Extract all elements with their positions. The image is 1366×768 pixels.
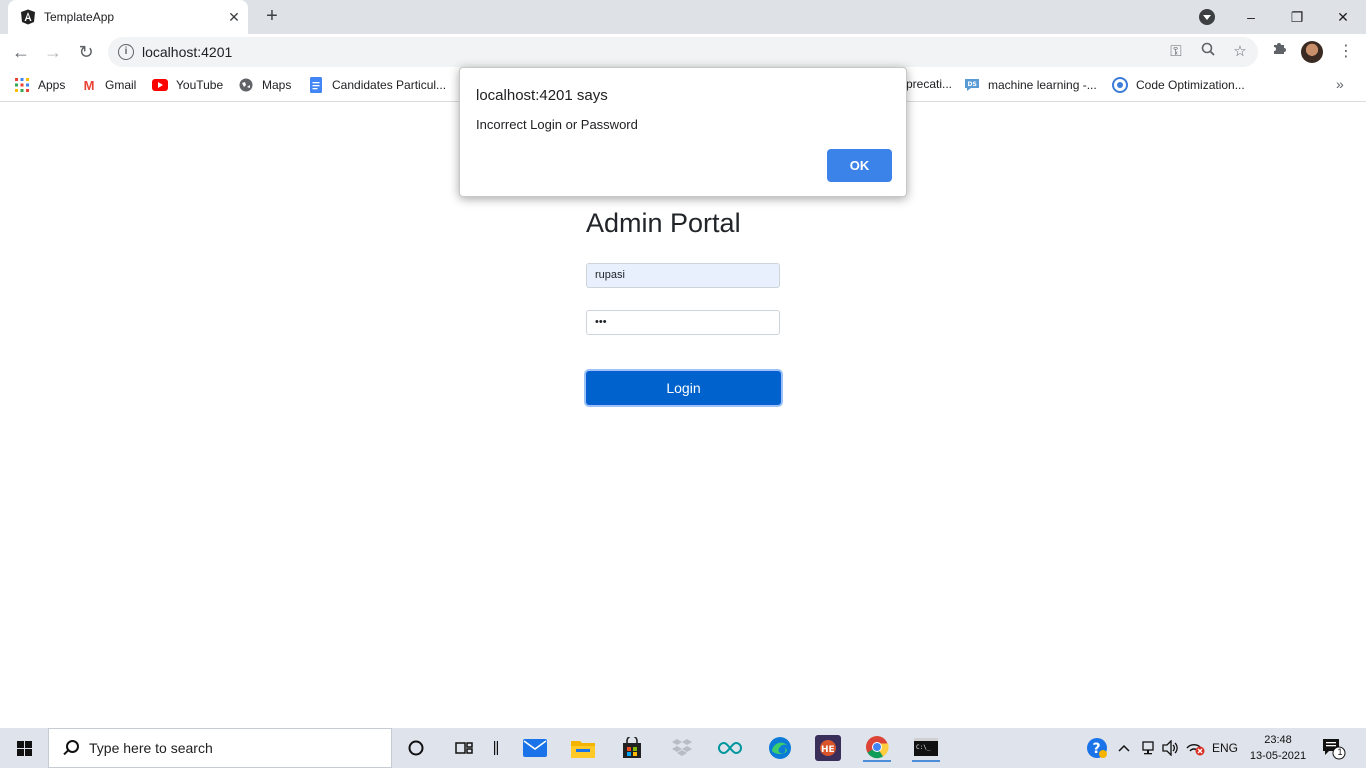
no-internet-icon[interactable] bbox=[1181, 734, 1209, 762]
windows-taskbar: Type here to search HE C:\_ ? ENG 23:48 … bbox=[0, 728, 1366, 768]
browser-toolbar: ← → ↻ i localhost:4201 ⚿ ☆ ⋮ bbox=[0, 34, 1366, 70]
terminal-icon[interactable]: C:\_ bbox=[912, 734, 940, 762]
angular-icon bbox=[21, 9, 35, 25]
star-icon[interactable]: ☆ bbox=[1230, 42, 1250, 62]
tab-search-icon[interactable] bbox=[1199, 9, 1215, 25]
docs-icon bbox=[308, 77, 324, 93]
code-icon bbox=[1112, 77, 1128, 93]
tab-title: TemplateApp bbox=[44, 10, 115, 24]
language-indicator[interactable]: ENG bbox=[1212, 728, 1238, 768]
tab-close-icon[interactable]: ✕ bbox=[220, 9, 248, 26]
bookmark-apps[interactable]: Apps bbox=[14, 77, 65, 93]
chrome-icon[interactable] bbox=[863, 734, 891, 762]
browser-tab[interactable]: TemplateApp ✕ bbox=[8, 0, 248, 34]
arduino-icon[interactable] bbox=[716, 734, 744, 762]
search-icon bbox=[61, 738, 81, 758]
bookmark-label: precati... bbox=[906, 77, 953, 91]
game-app-icon[interactable]: HE bbox=[814, 734, 842, 762]
key-icon[interactable]: ⚿ bbox=[1166, 42, 1186, 62]
bookmark-label: YouTube bbox=[176, 78, 224, 92]
taskbar-search[interactable]: Type here to search bbox=[48, 728, 392, 768]
apps-grid-icon bbox=[14, 77, 30, 93]
task-view-icon[interactable] bbox=[450, 734, 478, 762]
extensions-puzzle-icon[interactable] bbox=[1268, 40, 1292, 64]
windows-logo-icon bbox=[17, 741, 32, 756]
reload-icon[interactable]: ↻ bbox=[74, 40, 98, 64]
cortana-icon[interactable] bbox=[402, 734, 430, 762]
ok-button[interactable]: OK bbox=[827, 149, 892, 182]
new-tab-button[interactable]: + bbox=[262, 6, 282, 27]
bookmark-youtube[interactable]: YouTube bbox=[152, 77, 223, 93]
bookmark-label: Candidates Particul... bbox=[332, 78, 447, 92]
edge-icon[interactable] bbox=[766, 734, 794, 762]
bookmark-label: Maps bbox=[262, 78, 292, 92]
bookmark-precati[interactable]: precati... bbox=[906, 77, 952, 91]
svg-text:HE: HE bbox=[821, 745, 835, 755]
address-url[interactable]: localhost:4201 bbox=[142, 44, 232, 60]
bookmark-label: Code Optimization... bbox=[1136, 78, 1245, 92]
bookmarks-overflow-icon[interactable]: » bbox=[1336, 76, 1344, 92]
address-bar[interactable]: i localhost:4201 ⚿ ☆ bbox=[108, 37, 1258, 67]
close-window-icon[interactable]: ✕ bbox=[1320, 9, 1366, 26]
restore-icon[interactable]: ❐ bbox=[1274, 9, 1320, 26]
maps-icon bbox=[238, 77, 254, 93]
bookmark-label: Apps bbox=[38, 78, 66, 92]
forward-arrow-icon[interactable]: → bbox=[41, 40, 65, 64]
youtube-icon bbox=[152, 77, 168, 93]
dropbox-icon[interactable] bbox=[668, 734, 696, 762]
window-controls: – ❐ ✕ bbox=[1228, 0, 1366, 34]
browser-tabstrip: TemplateApp ✕ + – ❐ ✕ bbox=[0, 0, 1366, 34]
zoom-icon[interactable] bbox=[1198, 42, 1218, 62]
bookmark-label: machine learning -... bbox=[988, 78, 1097, 92]
svg-text:DS: DS bbox=[968, 81, 977, 88]
dialog-message: Incorrect Login or Password bbox=[476, 117, 638, 132]
clock-date: 13-05-2021 bbox=[1249, 750, 1307, 762]
site-info-icon[interactable]: i bbox=[118, 44, 134, 60]
notification-count: 1 bbox=[1337, 747, 1343, 757]
screen: TemplateApp ✕ + – ❐ ✕ ← → ↻ i localhost:… bbox=[0, 0, 1366, 768]
page-title: Admin Portal bbox=[586, 208, 741, 238]
bookmark-gmail[interactable]: M Gmail bbox=[81, 77, 137, 93]
password-input[interactable]: ••• bbox=[586, 310, 780, 335]
dialog-title: localhost:4201 says bbox=[476, 87, 608, 104]
alert-dialog: localhost:4201 says Incorrect Login or P… bbox=[459, 67, 907, 197]
bookmark-code-optimization[interactable]: Code Optimization... bbox=[1112, 77, 1245, 93]
login-form: Admin Portal rupasi ••• Login bbox=[586, 208, 786, 405]
username-input[interactable]: rupasi bbox=[586, 263, 780, 288]
file-explorer-icon[interactable] bbox=[569, 734, 597, 762]
bookmark-machine-learning[interactable]: DS machine learning -... bbox=[964, 77, 1097, 93]
notification-center-icon[interactable]: 1 bbox=[1322, 738, 1346, 760]
mail-icon[interactable] bbox=[521, 734, 549, 762]
start-button[interactable] bbox=[0, 728, 48, 768]
profile-avatar[interactable] bbox=[1301, 41, 1323, 63]
search-placeholder: Type here to search bbox=[89, 740, 213, 756]
svg-text:C:\_: C:\_ bbox=[916, 744, 931, 751]
back-arrow-icon[interactable]: ← bbox=[9, 40, 33, 64]
gmail-icon: M bbox=[83, 77, 95, 93]
login-button[interactable]: Login bbox=[586, 371, 781, 405]
help-icon[interactable]: ? bbox=[1083, 734, 1111, 762]
bookmark-label: Gmail bbox=[105, 78, 137, 92]
clock-time: 23:48 bbox=[1264, 734, 1292, 746]
minimize-icon[interactable]: – bbox=[1228, 9, 1274, 25]
browser-menu-icon[interactable]: ⋮ bbox=[1334, 40, 1358, 64]
taskbar-divider-icon bbox=[482, 734, 510, 762]
bookmark-maps[interactable]: Maps bbox=[238, 77, 291, 93]
bookmark-candidates[interactable]: Candidates Particul... bbox=[308, 77, 446, 93]
store-icon[interactable] bbox=[618, 734, 646, 762]
ds-icon: DS bbox=[964, 77, 980, 93]
clock[interactable]: 23:48 13-05-2021 bbox=[1247, 732, 1309, 764]
